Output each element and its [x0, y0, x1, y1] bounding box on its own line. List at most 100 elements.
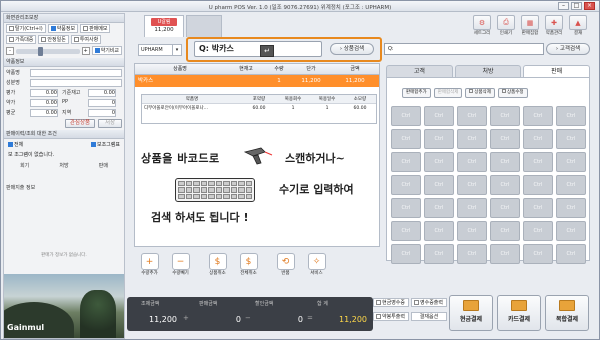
favorite-button[interactable]: 관심상품 [65, 119, 95, 128]
slider-knob[interactable] [37, 47, 43, 56]
quick-item-button[interactable]: Ctrl [490, 221, 520, 241]
quick-item-button[interactable]: Ctrl [391, 106, 421, 126]
quick-item-button[interactable]: Ctrl [457, 129, 487, 149]
quick-item-button[interactable]: Ctrl [556, 106, 586, 126]
quick-item-button[interactable]: Ctrl [523, 198, 553, 218]
customer-search-input[interactable]: Q: [384, 43, 544, 55]
quick-item-button[interactable]: Ctrl [523, 106, 553, 126]
edit-item-toggle[interactable]: 상품수정 [497, 88, 528, 98]
checkbox-bag-print[interactable]: 약봉투출력 [373, 312, 409, 321]
quick-item-button[interactable]: Ctrl [490, 106, 520, 126]
cancel-all-button[interactable]: $ 전체취소 [235, 253, 262, 281]
quick-item-button[interactable]: Ctrl [490, 175, 520, 195]
checkbox-cash-receipt[interactable]: 현금영수증 [373, 298, 409, 307]
service-button[interactable]: ✧ 서비스 [303, 253, 330, 281]
value-field[interactable]: 0 [88, 109, 116, 117]
quick-item-button[interactable]: Ctrl [490, 198, 520, 218]
value-field[interactable]: 0.00 [30, 99, 58, 107]
close-button[interactable]: × [584, 2, 595, 10]
toolbar-button-pay[interactable]: ▲ 결재 [567, 15, 589, 41]
payment-options-button[interactable]: 결재옵션 [411, 312, 447, 321]
product-search-input[interactable]: Q: 박카스 [194, 41, 322, 57]
quick-item-button[interactable]: Ctrl [523, 175, 553, 195]
drug-name-field[interactable] [30, 69, 122, 77]
value-field[interactable]: 0.00 [30, 89, 58, 97]
quick-item-button[interactable]: Ctrl [424, 221, 454, 241]
quick-item-button[interactable]: Ctrl [391, 244, 421, 264]
quick-item-button[interactable]: Ctrl [391, 198, 421, 218]
quick-item-button[interactable]: Ctrl [556, 221, 586, 241]
qty-minus-button[interactable]: − 수량빼기 [167, 253, 194, 281]
checkbox-stable[interactable]: 안정일돈 [38, 35, 69, 44]
toolbar-button-set[interactable]: ⚙ 세트그리 [471, 15, 493, 41]
toolbar-button-print[interactable]: ⎙ 인쇄기 [495, 15, 517, 41]
qty-add-button[interactable]: + 수량추가 [136, 253, 163, 281]
checkbox-print-receipt[interactable]: 영수증출력 [411, 298, 447, 307]
table-row[interactable]: 박카스 1 11,200 11,200 [135, 75, 379, 87]
maximize-button[interactable]: □ [571, 2, 582, 10]
ingredient-field[interactable] [30, 79, 122, 87]
customer-tab-empty[interactable] [186, 15, 222, 37]
quick-item-button[interactable]: Ctrl [457, 152, 487, 172]
toolbar-button-sales[interactable]: ▦ 판매집합 [519, 15, 541, 41]
quick-item-button[interactable]: Ctrl [391, 221, 421, 241]
quick-item-button[interactable]: Ctrl [457, 244, 487, 264]
plus-icon[interactable]: + [81, 46, 90, 55]
checkbox-price-compare[interactable]: 약기비교 [91, 46, 122, 55]
cancel-item-button[interactable]: $ 상품취소 [204, 253, 231, 281]
quick-item-button[interactable]: Ctrl [556, 198, 586, 218]
quick-item-button[interactable]: Ctrl [457, 198, 487, 218]
save-button[interactable]: 저장 [98, 119, 122, 128]
quick-item-button[interactable]: Ctrl [391, 175, 421, 195]
quick-item-button[interactable]: Ctrl [424, 152, 454, 172]
tab-sales[interactable]: 판매 [523, 65, 591, 77]
quick-item-button[interactable]: Ctrl [556, 129, 586, 149]
checkbox-all[interactable]: 전체 [6, 140, 25, 149]
checkbox-talgi[interactable]: 탈기(Ctrl+I) [6, 24, 46, 33]
quick-item-button[interactable]: Ctrl [523, 244, 553, 264]
delete-group-button[interactable]: 판매합삭제 [433, 88, 463, 98]
quick-item-button[interactable]: Ctrl [391, 152, 421, 172]
minus-icon[interactable]: - [6, 46, 14, 55]
quick-item-button[interactable]: Ctrl [457, 221, 487, 241]
checkbox-dosage[interactable]: 투여사항 [70, 35, 102, 44]
checkbox-rx[interactable]: 보조그램표 [89, 140, 122, 149]
checkbox-sale-memo[interactable]: 판매메모 [80, 24, 111, 33]
quick-item-button[interactable]: Ctrl [424, 106, 454, 126]
quick-item-button[interactable]: Ctrl [523, 221, 553, 241]
quick-item-button[interactable]: Ctrl [556, 175, 586, 195]
quick-item-button[interactable]: Ctrl [424, 175, 454, 195]
quick-item-button[interactable]: Ctrl [490, 244, 520, 264]
return-button[interactable]: ⟲ 반품 [272, 253, 299, 281]
value-field[interactable]: 0.00 [88, 89, 116, 97]
zoom-slider[interactable] [16, 47, 80, 56]
customer-tab-active[interactable]: U갈림 11,200 [144, 15, 184, 37]
customer-search-button[interactable]: › 고객검색 [546, 43, 590, 55]
cash-pay-button[interactable]: 현금결제 [449, 295, 493, 331]
delete-item-toggle[interactable]: 상품삭제 [465, 88, 495, 98]
quick-item-button[interactable]: Ctrl [523, 129, 553, 149]
value-field[interactable]: 0 [88, 99, 116, 107]
toolbar-button-drug[interactable]: ✚ 약품관리 [543, 15, 565, 41]
tab-prescription[interactable]: 처방 [454, 65, 522, 77]
pharmacy-combo[interactable]: UPHARM ▾ [138, 44, 182, 56]
minimize-button[interactable]: – [558, 2, 569, 10]
quick-item-button[interactable]: Ctrl [490, 152, 520, 172]
card-pay-button[interactable]: 카드결제 [497, 295, 541, 331]
mixed-pay-button[interactable]: 복합결제 [545, 295, 589, 331]
subgrid-row[interactable]: 디부아올로안이(이부아이올로나... 60.00 1 1 60.00 [142, 104, 376, 113]
quick-item-button[interactable]: Ctrl [457, 175, 487, 195]
add-group-button[interactable]: 판매합추가 [402, 88, 431, 98]
quick-item-button[interactable]: Ctrl [391, 129, 421, 149]
checkbox-family[interactable]: 가족대중 [6, 35, 37, 44]
checkbox-drug-info[interactable]: 약품정보 [47, 24, 79, 33]
quick-item-button[interactable]: Ctrl [457, 106, 487, 126]
tab-customer[interactable]: 고객 [386, 65, 453, 77]
quick-item-button[interactable]: Ctrl [424, 244, 454, 264]
product-search-button[interactable]: › 상품검색 [330, 43, 374, 55]
quick-item-button[interactable]: Ctrl [424, 129, 454, 149]
quick-item-button[interactable]: Ctrl [556, 152, 586, 172]
quick-item-button[interactable]: Ctrl [523, 152, 553, 172]
quick-item-button[interactable]: Ctrl [490, 129, 520, 149]
value-field[interactable]: 0.00 [30, 109, 58, 117]
